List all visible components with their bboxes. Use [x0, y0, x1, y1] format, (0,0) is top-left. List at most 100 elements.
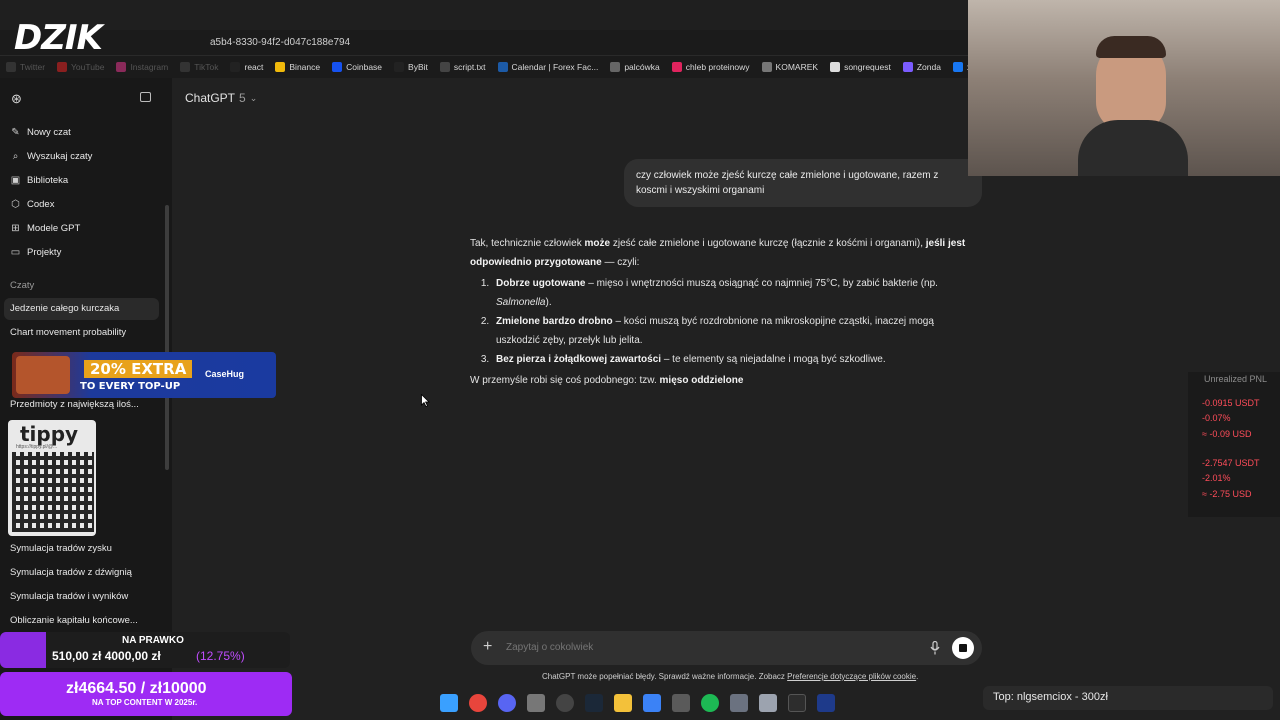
answer-list-item: Bez pierza i żołądkowej zawartości – te … [492, 350, 970, 369]
bookmark[interactable]: Twitter [6, 62, 45, 72]
answer-intro: Tak, technicznie człowiek może zjeść cał… [470, 238, 966, 268]
bookmark-label: Instagram [130, 62, 169, 72]
top-donor-text: Top: nlgsemciox - 300zł [993, 691, 1108, 703]
bookmark[interactable]: react [230, 62, 263, 72]
promo-subtitle: TO EVERY TOP-UP [80, 381, 181, 392]
bookmark-favicon-icon [6, 62, 16, 72]
model-version: 5 [239, 91, 246, 105]
bookmark-label: ByBit [408, 62, 428, 72]
bookmark-favicon-icon [830, 62, 841, 72]
bookmark-favicon-icon [394, 62, 405, 72]
sidebar-item[interactable]: ⊞ Modele GPT [10, 223, 80, 234]
bookmark[interactable]: chleb proteinowy [671, 62, 750, 72]
spotify-icon[interactable] [701, 694, 719, 712]
prompt-input[interactable] [506, 642, 906, 653]
taskbar [440, 694, 835, 712]
bookmark[interactable]: Calendar | Forex Fac... [497, 62, 599, 72]
cookie-preferences-link[interactable]: Preferencje dotyczące plików cookie [787, 672, 916, 681]
sidebar-item[interactable]: ⬡ Codex [10, 199, 54, 210]
bookmark-favicon-icon [610, 62, 621, 72]
bookmark[interactable]: songrequest [830, 62, 891, 72]
sidebar-item[interactable]: ▭ Projekty [10, 247, 62, 258]
tippy-title: tippy [20, 422, 79, 446]
bookmark[interactable]: ByBit [394, 62, 428, 72]
webcam-overlay [968, 0, 1280, 176]
bookmark[interactable]: palcówka [610, 62, 660, 72]
windows-start-icon[interactable] [440, 694, 458, 712]
treasure-chest-icon [16, 356, 70, 394]
bookmark-label: Binance [289, 62, 321, 72]
pnl-title: Unrealized PNL [1204, 374, 1268, 384]
sidebar-item[interactable]: ✎ Nowy czat [10, 127, 71, 138]
app-icon[interactable] [556, 694, 574, 712]
mouse-cursor-icon [421, 394, 430, 407]
bookmark-favicon-icon [180, 62, 191, 72]
bookmark-label: Zonda [916, 62, 941, 72]
sidebar-item-label: Wyszukaj czaty [27, 151, 93, 162]
plus-icon[interactable]: + [483, 638, 492, 656]
discord-icon[interactable] [498, 694, 516, 712]
bookmark-label: TikTok [194, 62, 219, 72]
goal-value: 510,00 zł 4000,00 zł [52, 649, 161, 663]
pnl-value: -2.7547 USDT [1202, 458, 1260, 468]
model-selector[interactable]: ChatGPT 5 ⌄ [185, 91, 257, 105]
sidebar-item[interactable]: ⌕ Wyszukaj czaty [10, 151, 93, 162]
bookmark[interactable]: YouTube [57, 62, 104, 72]
chat-history-item[interactable]: Jedzenie całego kurczaka [10, 303, 119, 314]
app-icon[interactable] [643, 694, 661, 712]
stop-generating-button[interactable] [952, 637, 974, 659]
sidebar-item-icon: ⊞ [11, 223, 20, 234]
terminal-icon[interactable] [788, 694, 806, 712]
goal-percent: (12.75%) [196, 649, 245, 663]
bookmark[interactable]: script.txt [439, 62, 486, 72]
stream-logo: DZIK [14, 18, 103, 58]
toggle-sidebar-icon[interactable] [140, 92, 151, 102]
pnl-value: -2.01% [1202, 473, 1231, 483]
calculator-icon[interactable] [759, 694, 777, 712]
url-text[interactable]: a5b4-8330-94f2-d047c188e794 [210, 37, 350, 48]
chat-history-item[interactable]: Chart movement probability [10, 327, 126, 338]
chat-history-item[interactable]: Przedmioty z największą iloś... [10, 399, 139, 410]
app-icon[interactable] [527, 694, 545, 712]
bookmark[interactable]: TikTok [180, 62, 218, 72]
sidebar-item-icon: ✎ [11, 127, 20, 138]
tippy-url: https://tippy.pl/@... [16, 444, 58, 450]
microphone-icon[interactable] [930, 641, 940, 655]
steam-icon[interactable] [585, 694, 603, 712]
chat-history-item[interactable]: Symulacja tradów zysku [10, 543, 112, 554]
chat-history-item[interactable]: Symulacja tradów z dźwignią [10, 567, 132, 578]
chrome-icon[interactable] [469, 694, 487, 712]
streamer-body [1078, 120, 1188, 176]
bookmark-label: Coinbase [346, 62, 383, 72]
bookmark-label: KOMAREK [775, 62, 819, 72]
bookmark[interactable]: Instagram [116, 62, 168, 72]
notepad-icon[interactable] [730, 694, 748, 712]
bookmark[interactable]: Zonda [902, 62, 941, 72]
bookmark-favicon-icon [116, 62, 127, 72]
bookmark-favicon-icon [671, 62, 682, 72]
answer-list-item: Zmielone bardzo drobno – kości muszą być… [492, 312, 970, 350]
openai-logo-icon[interactable]: ⊛ [11, 91, 22, 107]
bookmark[interactable]: Coinbase [332, 62, 382, 72]
goal2-subtitle: NA TOP CONTENT W 2025r. [92, 698, 198, 707]
folder-icon[interactable] [614, 694, 632, 712]
model-name: ChatGPT [185, 91, 236, 105]
chat-history-item[interactable]: Obliczanie kapitału końcowe... [10, 615, 138, 626]
bookmark-label: Calendar | Forex Fac... [511, 62, 599, 72]
app-icon[interactable] [817, 694, 835, 712]
bookmark[interactable]: Binance [275, 62, 320, 72]
bookmark-label: palcówka [624, 62, 660, 72]
bookmark[interactable]: KOMAREK [761, 62, 819, 72]
bookmark-favicon-icon [57, 62, 68, 72]
sidebar-item-label: Nowy czat [27, 127, 71, 138]
bookmark-favicon-icon [497, 62, 508, 72]
sidebar-scrollbar[interactable] [165, 205, 169, 470]
bookmark-favicon-icon [275, 62, 286, 72]
app-icon[interactable] [672, 694, 690, 712]
goal-progress-fill [0, 632, 46, 668]
sidebar-item[interactable]: ▣ Biblioteka [10, 175, 68, 186]
chat-history-item[interactable]: Symulacja tradów i wyników [10, 591, 128, 602]
promo-badge: 20% EXTRA [84, 360, 193, 378]
sidebar-item-label: Modele GPT [27, 223, 81, 234]
bookmark-label: script.txt [453, 62, 486, 72]
